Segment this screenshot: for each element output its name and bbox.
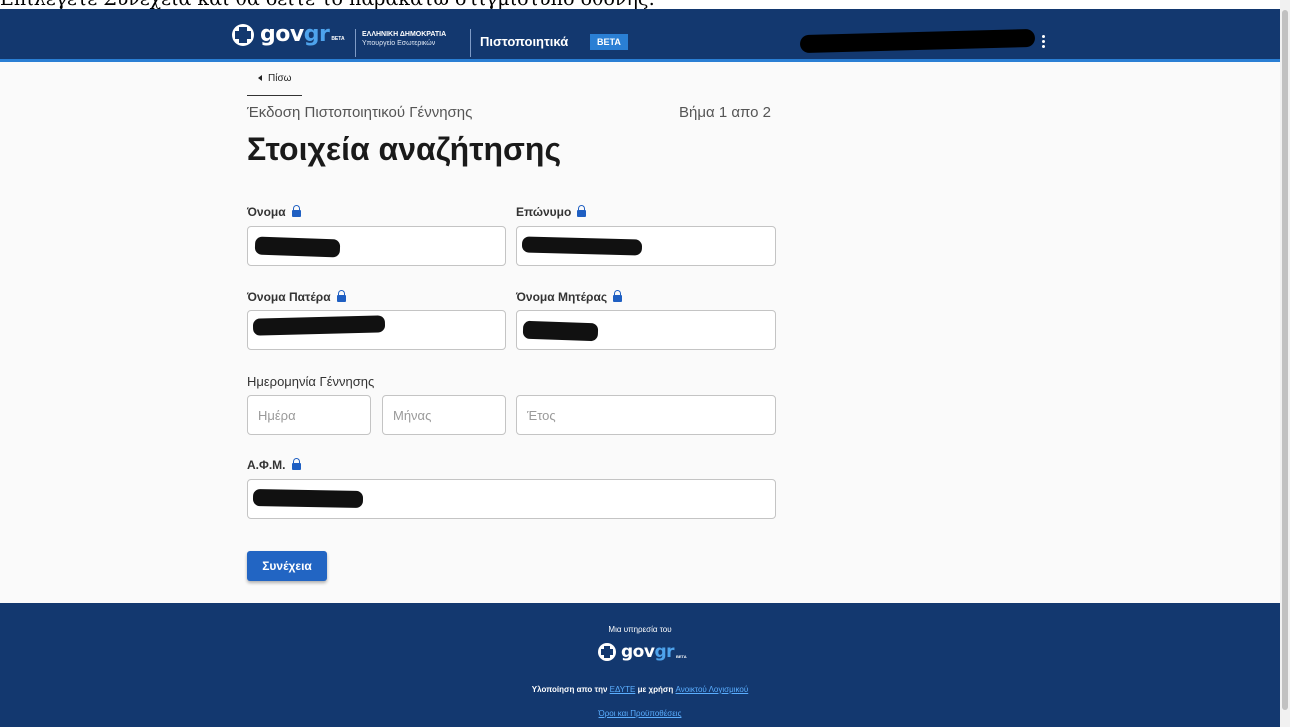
last-name-label: Επώνυμο [516, 205, 587, 219]
beta-badge: BETA [590, 34, 628, 50]
open-software-link[interactable]: Ανοικτού Λογισμικού [676, 685, 749, 694]
header-divider [355, 29, 356, 57]
greek-emblem-icon [232, 24, 254, 46]
service-of-label: Μια υπηρεσία του [608, 625, 672, 634]
first-name-label: Όνομα [247, 205, 301, 219]
logo-beta: BETA [331, 36, 345, 42]
back-link[interactable]: Πίσω [247, 73, 302, 96]
redacted-mother-name [522, 320, 599, 342]
birth-month-input[interactable] [382, 395, 506, 435]
form-subtitle: Έκδοση Πιστοποιητικού Γέννησης [247, 104, 473, 121]
father-name-label: Όνομα Πατέρα [247, 290, 346, 304]
lock-icon [577, 205, 587, 217]
lock-icon [291, 458, 301, 470]
document-caption: Επιλέγετε Συνέχεια και θα δείτε το παρακ… [0, 0, 1280, 9]
birth-year-input[interactable] [516, 395, 776, 435]
govgr-logo[interactable]: govgr BETA [232, 22, 345, 48]
lock-icon [291, 205, 301, 217]
afm-label: Α.Φ.Μ. [247, 458, 301, 472]
birth-day-input[interactable] [247, 395, 371, 435]
footer-logo-text: govgr [621, 642, 674, 662]
page-scrollbar[interactable] [1280, 0, 1290, 727]
greek-emblem-icon [598, 643, 616, 661]
page-title: Στοιχεία αναζήτησης [247, 131, 562, 167]
terms-link[interactable]: Όροι και Προϋποθέσεις [599, 709, 682, 718]
app-title[interactable]: Πιστοποιητικά [480, 34, 568, 49]
site-header: govgr BETA ΕΛΛΗΝΙΚΗ ΔΗΜΟΚΡΑΤΙΑ Υπουργείο… [0, 9, 1280, 62]
step-indicator: Βήμα 1 απο 2 [679, 104, 771, 121]
implementation-note: Υλοποίηση απο την ΕΔΥΤΕ με χρήση Ανοικτο… [531, 685, 749, 694]
header-divider [470, 29, 471, 57]
mother-name-label: Όνομα Μητέρας [516, 290, 623, 304]
scrollbar-thumb[interactable] [1282, 10, 1288, 710]
edyte-link[interactable]: ΕΔΥΤΕ [610, 685, 636, 694]
redacted-afm [252, 489, 364, 508]
footer-govgr-logo[interactable]: govgr BETA [598, 642, 687, 662]
redacted-user-name [799, 28, 1036, 54]
lock-icon [336, 290, 346, 302]
more-vertical-icon[interactable] [1041, 35, 1047, 49]
logo-text: govgr [260, 22, 330, 47]
back-label: Πίσω [268, 73, 292, 84]
site-footer: Μια υπηρεσία του govgr BETA Υλοποίηση απ… [0, 603, 1280, 727]
redacted-first-name [254, 236, 341, 258]
footer-logo-beta: BETA [676, 653, 687, 659]
redacted-last-name [521, 236, 643, 256]
redacted-father-name [252, 315, 386, 336]
continue-button[interactable]: Συνέχεια [247, 551, 327, 581]
birth-date-label: Ημερομηνία Γέννησης [247, 374, 375, 389]
chevron-left-icon [258, 75, 262, 81]
ministry-label: ΕΛΛΗΝΙΚΗ ΔΗΜΟΚΡΑΤΙΑ Υπουργείο Εσωτερικών [362, 31, 447, 47]
lock-icon [613, 290, 623, 302]
